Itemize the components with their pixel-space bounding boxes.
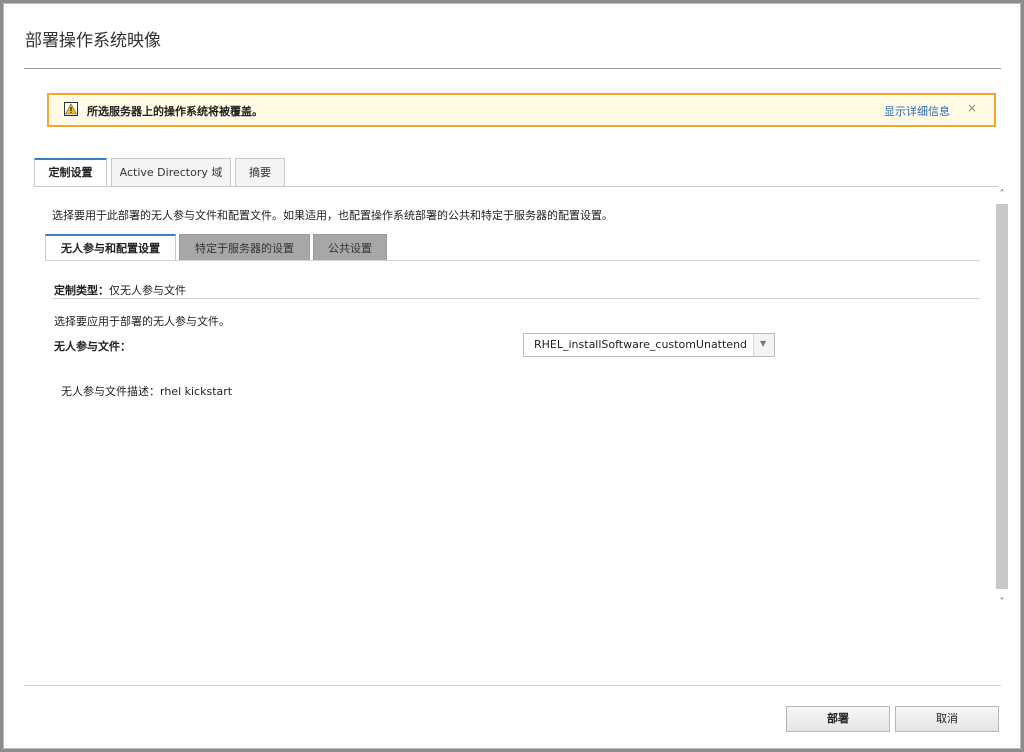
deploy-os-image-dialog: 部署操作系统映像 所选服务器上的操作系统将被覆盖。 显示详细信息 × 定制设置 … (3, 3, 1021, 749)
footer-divider (24, 685, 1001, 686)
cancel-button[interactable]: 取消 (895, 706, 999, 732)
unattend-file-value: RHEL_installSoftware_customUnattend (534, 338, 748, 351)
tab-custom-settings[interactable]: 定制设置 (34, 158, 107, 187)
show-details-link[interactable]: 显示详细信息 (884, 103, 950, 119)
select-unattend-help: 选择要应用于部署的无人参与文件。 (54, 315, 230, 328)
customization-type-divider (52, 298, 980, 299)
subtab-server-specific[interactable]: 特定于服务器的设置 (179, 234, 310, 261)
scrollbar-track[interactable] (996, 204, 1008, 589)
panel-intro-text: 选择要用于此部署的无人参与文件和配置文件。如果适用，也配置操作系统部署的公共和特… (52, 209, 613, 222)
dialog-title: 部署操作系统映像 (25, 31, 161, 51)
panel-scrollbar[interactable]: ˄ ˅ (993, 187, 1011, 612)
close-icon[interactable]: × (967, 101, 977, 115)
tab-active-directory[interactable]: Active Directory 域 (111, 158, 231, 186)
custom-settings-panel: 选择要用于此部署的无人参与文件和配置文件。如果适用，也配置操作系统部署的公共和特… (34, 187, 996, 611)
description-label: 无人参与文件描述： (61, 385, 160, 398)
dropdown-toggle[interactable]: ▼ (753, 334, 774, 356)
chevron-down-icon: ▼ (760, 339, 767, 348)
customization-type-label: 定制类型： (54, 284, 109, 297)
subtab-unattend-config[interactable]: 无人参与和配置设置 (45, 234, 176, 261)
customization-type: 定制类型：仅无人参与文件 (54, 282, 186, 298)
scrollbar-thumb[interactable] (996, 204, 1008, 589)
unattend-file-label: 无人参与文件： (54, 340, 131, 353)
subtabs-divider (45, 260, 980, 261)
description-value: rhel kickstart (160, 385, 233, 398)
subtab-common-settings[interactable]: 公共设置 (313, 234, 387, 261)
tab-summary[interactable]: 摘要 (235, 158, 285, 186)
warning-banner: 所选服务器上的操作系统将被覆盖。 显示详细信息 × (47, 93, 996, 127)
deploy-button[interactable]: 部署 (786, 706, 890, 732)
title-divider (24, 68, 1001, 69)
unattend-file-select[interactable]: RHEL_installSoftware_customUnattend ▼ (523, 333, 775, 357)
warning-icon (64, 102, 78, 116)
scroll-up-icon[interactable]: ˄ (996, 189, 1008, 200)
customization-type-value: 仅无人参与文件 (109, 284, 186, 297)
warning-message: 所选服务器上的操作系统将被覆盖。 (87, 105, 263, 118)
unattend-file-description: 无人参与文件描述：rhel kickstart (61, 383, 232, 399)
scroll-down-icon[interactable]: ˅ (996, 597, 1008, 608)
